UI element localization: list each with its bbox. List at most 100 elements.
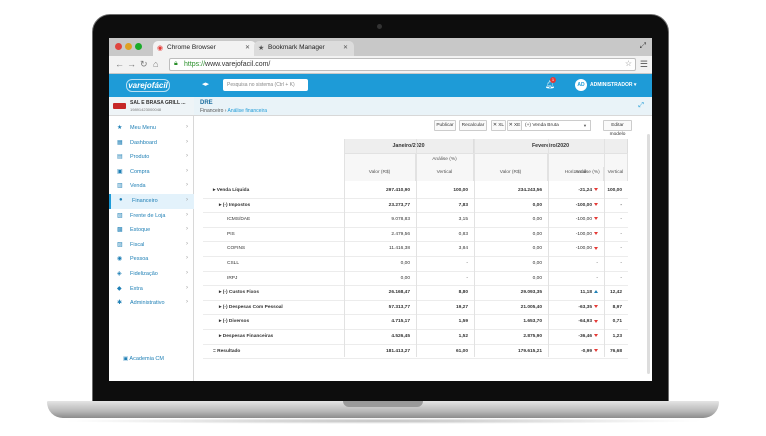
expand-row-icon[interactable]: ▸ [219, 290, 221, 295]
table-cell: -63,35 [548, 305, 598, 310]
system-search-input[interactable]: Pesquisa no sistema (Ctrl + K) [223, 79, 308, 91]
table-cell: 21.005,40 [474, 305, 542, 310]
table-cell: 76,68 [604, 349, 622, 354]
lock-icon: 🔒︎ [174, 60, 178, 67]
close-window-icon[interactable] [115, 43, 122, 50]
table-cell: 1,59 [416, 319, 468, 324]
minimize-window-icon[interactable] [125, 43, 132, 50]
sidebar-item-administrativo[interactable]: ✱ Administrativo › [109, 296, 194, 311]
cell-value: 0,00 [532, 261, 542, 266]
tab-label: Chrome Browser [167, 44, 216, 51]
star-icon: ★ [117, 125, 123, 131]
sidebar-item-compra[interactable]: ▣ Compra › [109, 165, 194, 180]
browser-menu-icon[interactable]: ☰ [640, 59, 648, 70]
close-tab-icon[interactable]: ✕ [245, 44, 250, 51]
table-cell: 2.875,90 [474, 334, 542, 339]
laptop-shadow [60, 418, 706, 424]
cell-value: 7,83 [458, 202, 468, 208]
avatar[interactable]: AD [575, 79, 587, 91]
sidebar-item-label: Fiscal [130, 241, 145, 248]
expand-row-icon[interactable]: ▸ [219, 203, 221, 208]
fullscreen-icon[interactable]: ⤢ [640, 41, 646, 51]
table-cell: - [604, 232, 622, 237]
publish-button[interactable]: Publicar [434, 120, 456, 131]
table-cell: 1,52 [416, 334, 468, 339]
store-selector[interactable]: SAL E BRASA GRILL ... 19891423000048 [109, 97, 194, 116]
sidebar-item-label: Frente de Loja [130, 212, 166, 219]
maximize-window-icon[interactable] [135, 43, 142, 50]
sidebar-item-fideliza-o[interactable]: ◈ Fidelização › [109, 267, 194, 282]
expand-row-icon[interactable]: ▸ [219, 319, 221, 324]
bookmark-star-icon[interactable]: ☆ [625, 59, 632, 68]
chevron-right-icon: › [186, 167, 188, 174]
table-cell: - [548, 276, 598, 281]
table-cell: 297.410,90 [344, 188, 410, 193]
sidebar-item-extra[interactable]: ◆ Extra › [109, 282, 194, 297]
sidebar-item-label: Meu Menu [130, 125, 156, 131]
cell-value: -100,00 [575, 202, 592, 208]
reload-icon[interactable]: ↻ [140, 59, 148, 70]
dashboard-icon: ▦ [117, 139, 123, 146]
breadcrumb-parent[interactable]: Financeiro [200, 108, 223, 114]
home-icon[interactable]: ⌂ [153, 59, 158, 69]
cell-value: 0,00 [532, 217, 542, 223]
table-cell: - [604, 203, 622, 208]
cell-value: 4.715,17 [391, 319, 410, 325]
table-cell: 23.273,77 [344, 203, 410, 208]
user-name: ADMINISTRADOR [590, 82, 633, 88]
arrow-down-icon [594, 348, 598, 352]
chevron-right-icon: › [186, 196, 188, 203]
expand-row-icon[interactable]: = [213, 349, 216, 354]
cell-value: - [596, 261, 598, 266]
expand-row-icon[interactable]: ▸ [219, 305, 221, 310]
app-logo[interactable]: varejofácil [126, 79, 170, 92]
report-toolbar: Publicar Recalcular ✕ XL ✕ XE (+) Venda … [194, 116, 652, 137]
sidebar-item-label: Venda [130, 183, 146, 190]
loyalty-icon: ◈ [117, 270, 122, 277]
export-xls-button[interactable]: ✕ XL [491, 120, 506, 131]
sidebar-item-venda[interactable]: ▥ Venda › [109, 179, 194, 194]
table-cell: -21,24 [548, 188, 598, 193]
address-bar[interactable]: 🔒︎ https://www.varejofacil.com/ ☆ [169, 58, 636, 71]
sidebar-item-financeiro[interactable]: ● Financeiro › [109, 193, 194, 209]
row-label: PIS [227, 232, 235, 237]
table-cell: 1,23 [604, 334, 622, 339]
forward-icon[interactable]: → [127, 59, 136, 69]
user-menu[interactable]: ADMINISTRADOR ▾ [590, 82, 636, 88]
close-tab-icon[interactable]: ✕ [343, 44, 348, 51]
table-cell: 3,15 [416, 217, 468, 222]
sidebar-item-estoque[interactable]: ▩ Estoque › [109, 223, 194, 238]
browser-tab-chrome[interactable]: ◉ Chrome Browser ✕ [153, 41, 256, 56]
collapse-sidebar-icon[interactable]: ◂▸ [202, 80, 209, 88]
browser-tab-bookmarks[interactable]: ★ Bookmark Manager ✕ [254, 41, 354, 56]
expand-row-icon[interactable]: ▸ [213, 188, 215, 193]
academia-link[interactable]: ▣ Academia CM [109, 356, 194, 362]
sidebar-item-label: Pessoa [130, 256, 149, 263]
sidebar-item-label: Administrativo [130, 300, 165, 307]
back-icon[interactable]: ← [115, 59, 124, 69]
sidebar-item-fiscal[interactable]: ▨ Fiscal › [109, 238, 194, 253]
arrow-down-icon [594, 334, 598, 338]
sidebar-item-frente-de-loja[interactable]: ▧ Frente de Loja › [109, 209, 194, 224]
base-select[interactable]: (+) Venda Bruta ▼ [521, 120, 591, 131]
table-cell: -100,00 [548, 246, 598, 251]
cell-value: 26.168,47 [388, 290, 410, 296]
column-header: Valor (R$) [344, 153, 416, 181]
sidebar-item-pessoa[interactable]: ◉ Pessoa › [109, 252, 194, 267]
url-protocol: https:// [184, 61, 206, 68]
recalculate-button[interactable]: Recalcular [459, 120, 487, 131]
sidebar-item-meu-menu[interactable]: ★ Meu Menu › [109, 121, 194, 136]
table-cell: 57.313,77 [344, 305, 410, 310]
column-divider [344, 139, 345, 357]
sidebar-item-produto[interactable]: ▤ Produto › [109, 150, 194, 165]
cell-value: 21.005,40 [520, 304, 542, 310]
scrollbar[interactable] [647, 134, 650, 374]
edit-model-button[interactable]: Editar modelo [603, 120, 632, 137]
expand-icon[interactable]: ⤢ [638, 102, 644, 110]
cell-value: 61,00 [455, 348, 468, 354]
sidebar-item-dashboard[interactable]: ▦ Dashboard › [109, 136, 194, 151]
expand-row-icon[interactable]: ▸ [219, 334, 221, 339]
export-xlsx-button[interactable]: ✕ XE [507, 120, 522, 131]
table-cell: - [604, 276, 622, 281]
cell-value: 0,83 [458, 231, 468, 237]
